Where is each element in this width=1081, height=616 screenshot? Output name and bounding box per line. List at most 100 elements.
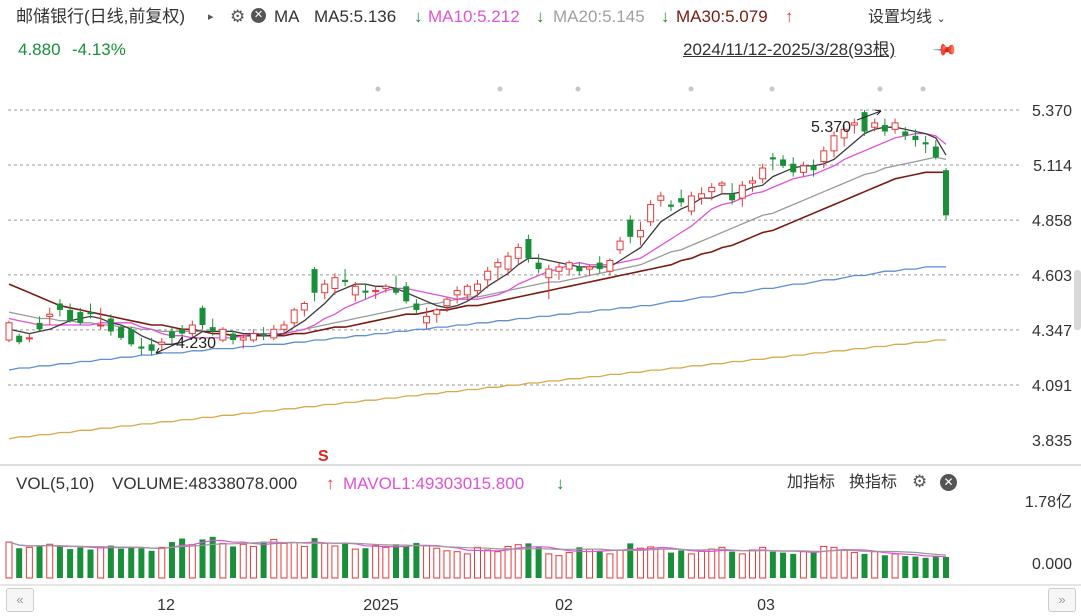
scrollbar-handle[interactable] (1074, 270, 1081, 330)
candle (372, 286, 380, 300)
volume-bar (474, 546, 481, 579)
volume-bar (158, 546, 166, 579)
candle-body (943, 170, 949, 216)
volume-bar (342, 542, 349, 578)
candle-body (525, 238, 532, 259)
volume-bar (25, 546, 33, 579)
candle (748, 176, 756, 192)
candle (627, 215, 634, 244)
volume-bar (504, 545, 512, 579)
candle-body (474, 283, 481, 292)
candle (790, 157, 797, 177)
stock-chart[interactable]: 5.370 5.114 4.858 4.603 4.347 4.091 3.835 1.78… (0, 0, 1081, 616)
volume-bar (647, 546, 655, 579)
volume-bar (443, 550, 451, 579)
volume-bars (5, 536, 949, 579)
volume-bar (738, 553, 746, 579)
candle (219, 327, 227, 343)
candle-body (484, 270, 492, 281)
volume-bar (209, 536, 216, 578)
volume-bar (799, 551, 807, 579)
volume-bar (128, 547, 135, 578)
candle (943, 168, 949, 220)
candle (698, 187, 706, 205)
candle-body (830, 135, 838, 152)
price-tick-label: 5.114 (1033, 158, 1072, 175)
scroll-right-button[interactable]: » (1048, 588, 1076, 612)
candle-body (535, 262, 542, 270)
candle (932, 140, 939, 160)
candle (321, 279, 329, 300)
candle-body (555, 266, 563, 272)
volume-bar (780, 552, 787, 578)
volume-bar (718, 546, 726, 579)
candle (168, 327, 175, 345)
volume-bar (698, 550, 706, 579)
volume-bar (840, 549, 848, 579)
volume-bar (565, 552, 573, 579)
candle-body (209, 327, 216, 332)
volume-bar (351, 548, 359, 579)
candle (16, 333, 23, 345)
candle (453, 286, 461, 304)
volume-bar (636, 547, 644, 579)
candle-body (504, 255, 512, 270)
candle (362, 284, 369, 300)
candle-body (738, 184, 746, 199)
volume-bar (97, 546, 105, 579)
candle-body (199, 307, 206, 325)
candle-body (107, 318, 114, 332)
candle (657, 191, 665, 207)
candle-body (300, 302, 308, 311)
candle-body (443, 298, 451, 307)
scroll-left-button[interactable]: « (6, 588, 34, 612)
candlestick-series (5, 110, 949, 356)
candle-body (565, 262, 573, 270)
candle (759, 163, 767, 184)
candle-body (230, 333, 237, 341)
candle-body (351, 285, 359, 296)
volume-bar (484, 549, 492, 579)
candle-body (891, 122, 899, 130)
candle-body (148, 344, 155, 351)
candle-body (861, 112, 868, 132)
volume-bar (657, 548, 665, 579)
volume-bar (729, 551, 736, 578)
candle (668, 200, 675, 212)
candle (678, 189, 685, 207)
volume-bar (748, 549, 756, 579)
candle-body (799, 165, 807, 173)
volume-bar (545, 553, 553, 579)
candle (25, 333, 33, 343)
candle (118, 324, 125, 341)
candle (922, 135, 929, 153)
candle-body (687, 195, 695, 212)
candle (290, 307, 298, 328)
volume-bar (687, 553, 695, 579)
event-marker-icon (375, 86, 381, 92)
candle (474, 279, 481, 298)
candle (738, 180, 746, 207)
candle-body (260, 333, 267, 336)
candle-body (16, 335, 23, 343)
candle (687, 191, 695, 216)
candle-body (393, 288, 400, 293)
volume-bar (107, 545, 114, 578)
volume-bar (678, 550, 685, 578)
candle-body (718, 182, 726, 186)
volume-bar (362, 548, 369, 578)
candle-body (606, 259, 614, 272)
event-marker-icon (769, 86, 775, 92)
volume-bar (769, 551, 776, 578)
candle-body (239, 337, 247, 341)
candle-body (342, 279, 349, 282)
candle (881, 118, 888, 136)
low-price-annotation: 4.230 (176, 335, 216, 352)
candle (596, 256, 603, 274)
ma20-line (8, 156, 947, 335)
candle-body (158, 341, 166, 345)
volume-bar (403, 546, 410, 578)
candle (555, 262, 563, 280)
volume-bar (36, 545, 43, 578)
candle (769, 152, 776, 171)
